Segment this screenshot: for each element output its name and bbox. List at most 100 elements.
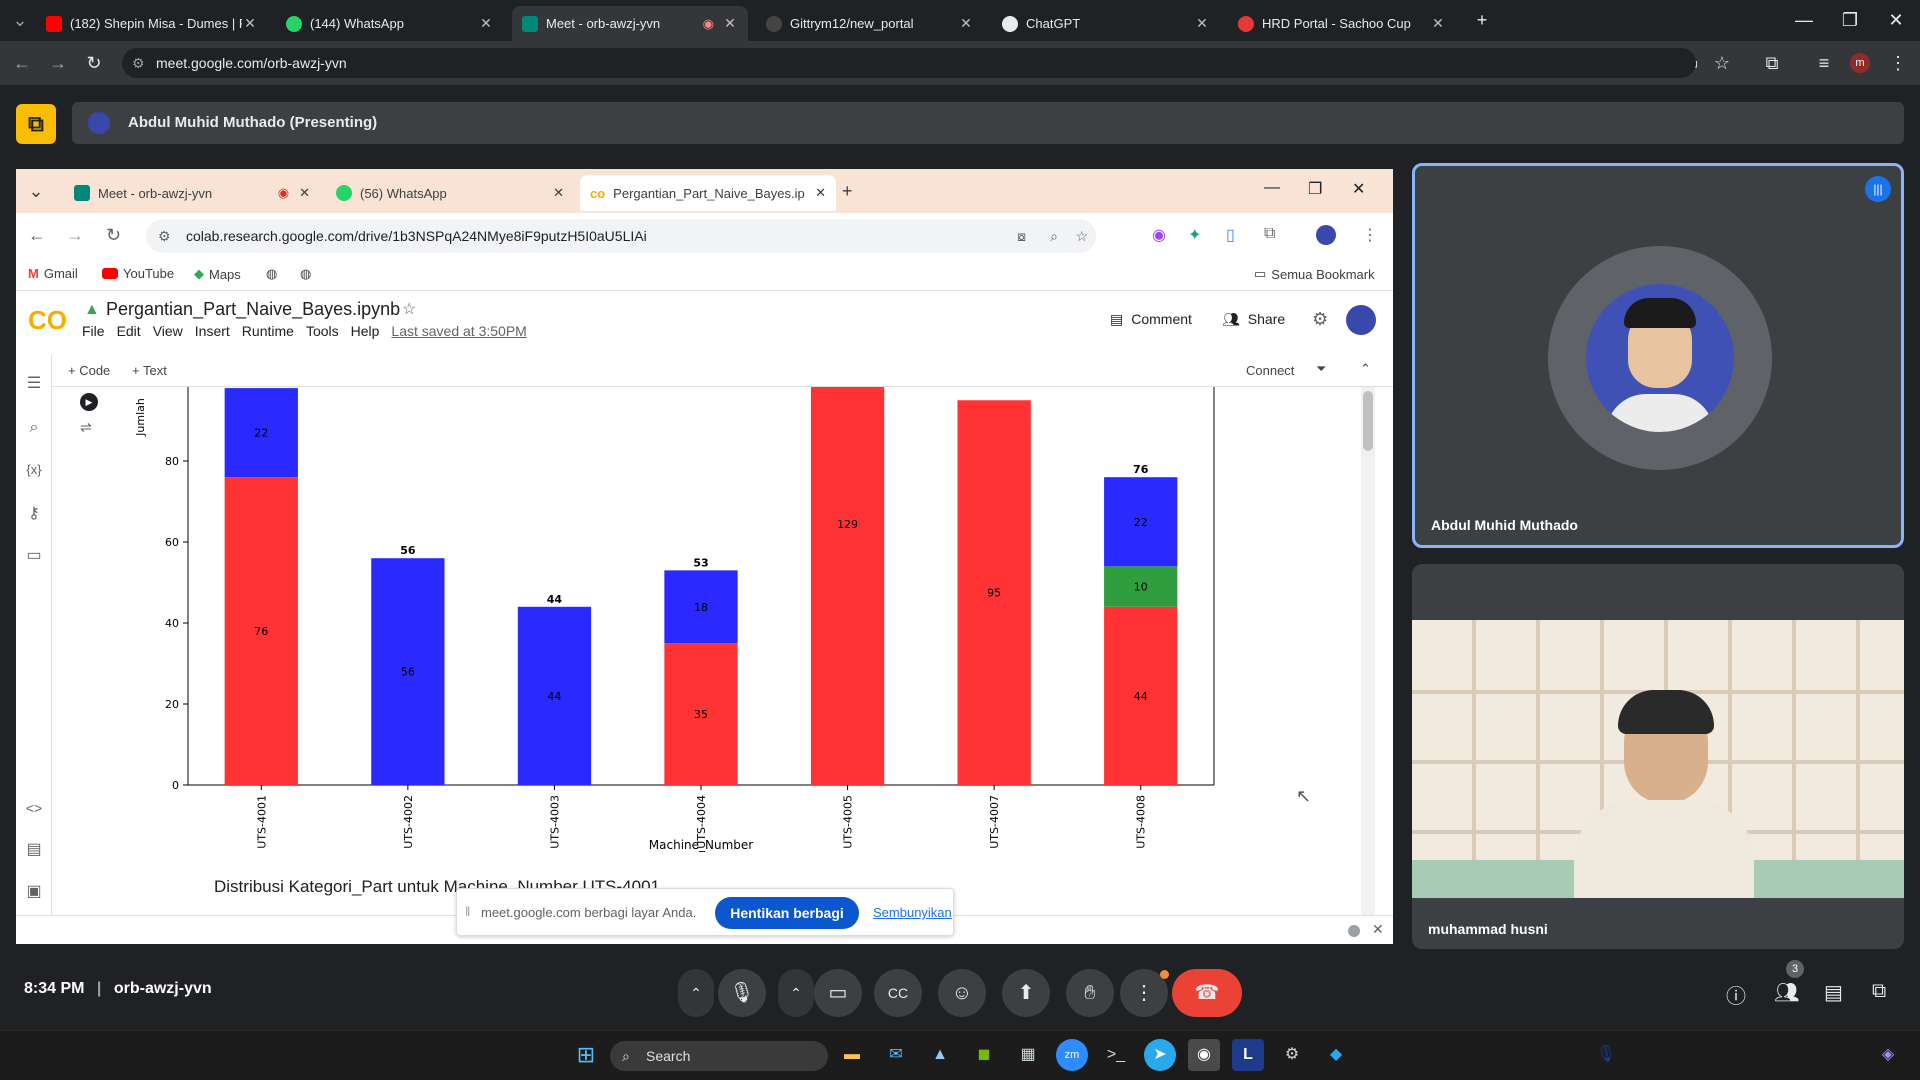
- telegram-icon[interactable]: ➤: [1144, 1039, 1176, 1071]
- key-icon[interactable]: ⚷: [23, 503, 45, 525]
- scrollbar-thumb[interactable]: [1363, 391, 1373, 451]
- info-icon[interactable]: ⓘ: [1726, 980, 1746, 1009]
- comment-button[interactable]: ▤ Comment: [1110, 311, 1192, 328]
- present-icon[interactable]: ⬆: [1002, 969, 1050, 1017]
- tab-search-icon[interactable]: ⌄: [8, 8, 32, 32]
- people-icon[interactable]: 👥︎: [1774, 980, 1799, 1005]
- close-icon[interactable]: ✕: [242, 15, 258, 32]
- new-tab-icon[interactable]: +: [1470, 8, 1494, 32]
- vscode-icon[interactable]: ◆: [1320, 1039, 1352, 1071]
- copilot-icon[interactable]: ◈: [1872, 1039, 1904, 1071]
- shared-tab-whatsapp[interactable]: (56) WhatsApp ✕: [326, 175, 574, 211]
- command-palette-icon[interactable]: ▤: [23, 839, 45, 861]
- close-icon[interactable]: ✕: [958, 15, 974, 32]
- add-text-button[interactable]: + Text: [132, 363, 167, 378]
- share-button[interactable]: 👥︎ Share: [1222, 311, 1285, 328]
- menu-icon[interactable]: ⋮: [1362, 225, 1378, 245]
- notebook-title[interactable]: Pergantian_Part_Naive_Bayes.ipynb: [106, 299, 400, 320]
- bookmark-youtube[interactable]: YouTube: [102, 266, 174, 281]
- bookmark-globe-2[interactable]: ◍: [300, 266, 311, 282]
- chevron-down-icon[interactable]: ⏷: [1316, 361, 1326, 377]
- close-icon[interactable]: ✕: [815, 185, 826, 201]
- browser-tab-youtube[interactable]: (182) Shepin Misa - Dumes | Pe ✕: [36, 6, 268, 41]
- menu-icon[interactable]: ⋮: [1886, 51, 1910, 75]
- bookmark-globe-1[interactable]: ◍: [266, 266, 277, 282]
- collapse-icon[interactable]: ⌃: [1360, 361, 1371, 377]
- site-info-icon[interactable]: ⚙: [132, 48, 145, 78]
- folder-icon[interactable]: ▭: [23, 545, 45, 567]
- minimize-icon[interactable]: —: [1792, 8, 1816, 32]
- browser-tab-meet[interactable]: Meet - orb-awzj-yvn ◉ ✕: [512, 6, 748, 41]
- extensions-icon[interactable]: ⧉: [1264, 225, 1275, 243]
- participant-tile-husni[interactable]: muhammad husni: [1412, 564, 1904, 949]
- chrome-icon[interactable]: ◉: [1188, 1039, 1220, 1071]
- mic-tray-icon[interactable]: 🎙︎: [1590, 1039, 1622, 1071]
- bookmark-gmail[interactable]: M Gmail: [28, 266, 78, 281]
- menu-insert[interactable]: Insert: [195, 323, 230, 339]
- bookmark-star-icon[interactable]: ☆: [1710, 51, 1734, 75]
- shared-tab-meet[interactable]: Meet - orb-awzj-yvn ◉ ✕: [64, 175, 320, 211]
- extension-icon[interactable]: ▯: [1226, 225, 1235, 245]
- add-code-button[interactable]: + Code: [68, 363, 110, 378]
- address-bar[interactable]: ⚙ meet.google.com/orb-awzj-yvn: [122, 48, 1696, 78]
- minimize-icon[interactable]: —: [1264, 179, 1280, 197]
- bookmark-star-icon[interactable]: ☆: [1075, 219, 1088, 253]
- leave-call-button[interactable]: ☎: [1172, 969, 1242, 1017]
- captions-icon[interactable]: CC: [874, 969, 922, 1017]
- variables-icon[interactable]: {x}: [23, 459, 45, 481]
- nvidia-icon[interactable]: ◼: [968, 1039, 1000, 1071]
- settings-app-icon[interactable]: ⚙: [1276, 1039, 1308, 1071]
- reload-icon[interactable]: ↻: [106, 225, 121, 246]
- bookmarks-folder[interactable]: ▭ Semua Bookmark: [1254, 266, 1375, 282]
- browser-tab-github[interactable]: Gittrym12/new_portal ✕: [756, 6, 984, 41]
- taskbar-search[interactable]: ⌕ Search: [610, 1041, 828, 1071]
- code-snippets-icon[interactable]: <>: [23, 797, 45, 819]
- site-info-icon[interactable]: ⚙: [158, 219, 171, 253]
- star-icon[interactable]: ☆: [402, 299, 416, 319]
- mail-icon[interactable]: ✉: [880, 1039, 912, 1071]
- puzzle-icon[interactable]: ◉: [1152, 225, 1166, 245]
- video-options-icon[interactable]: ⌃: [778, 969, 814, 1017]
- close-window-icon[interactable]: ✕: [1884, 8, 1908, 32]
- last-saved-link[interactable]: Last saved at 3:50PM: [391, 323, 526, 339]
- emoji-icon[interactable]: ☺: [938, 969, 986, 1017]
- browser-tab-hrd[interactable]: HRD Portal - Sachoo Cup ✕: [1228, 6, 1456, 41]
- menu-runtime[interactable]: Runtime: [242, 323, 294, 339]
- camera-icon[interactable]: ▭: [814, 969, 862, 1017]
- close-icon[interactable]: ✕: [1430, 15, 1446, 32]
- stop-sharing-button[interactable]: Hentikan berbagi: [715, 897, 859, 929]
- extensions-icon[interactable]: ⧉: [1760, 51, 1784, 75]
- hide-link[interactable]: Sembunyikan: [873, 905, 952, 920]
- zoom-icon[interactable]: ⌕: [1050, 219, 1058, 253]
- avatar[interactable]: [1346, 305, 1376, 335]
- microphone-icon[interactable]: 🎙︎: [718, 969, 766, 1017]
- zoom-app-icon[interactable]: zm: [1056, 1039, 1088, 1071]
- profile-avatar[interactable]: m: [1850, 53, 1870, 73]
- shared-tab-colab[interactable]: co Pergantian_Part_Naive_Bayes.ip ✕: [580, 175, 836, 211]
- close-icon[interactable]: ✕: [1372, 921, 1384, 938]
- back-icon[interactable]: ←: [10, 51, 34, 75]
- app-l-icon[interactable]: L: [1232, 1039, 1264, 1071]
- translate-icon[interactable]: ⧇: [1017, 219, 1026, 253]
- windows-start-icon[interactable]: ⊞: [570, 1039, 602, 1071]
- drag-handle-icon[interactable]: ‖: [465, 904, 470, 919]
- toc-icon[interactable]: ☰: [23, 373, 45, 395]
- terminal-app-icon[interactable]: >_: [1100, 1039, 1132, 1071]
- browser-tab-whatsapp[interactable]: (144) WhatsApp ✕: [276, 6, 504, 41]
- shared-address-bar[interactable]: ⚙ colab.research.google.com/drive/1b3NSP…: [146, 219, 1096, 253]
- scrollbar[interactable]: [1361, 387, 1375, 915]
- close-window-icon[interactable]: ✕: [1352, 179, 1365, 199]
- close-icon[interactable]: ✕: [722, 15, 738, 32]
- forward-icon[interactable]: →: [46, 51, 70, 75]
- activities-icon[interactable]: ⧉: [1872, 980, 1886, 1003]
- tab-search-icon[interactable]: ⌄: [24, 179, 48, 203]
- settings-icon[interactable]: ⚙: [1312, 309, 1328, 330]
- browser-tab-chatgpt[interactable]: ChatGPT ✕: [992, 6, 1220, 41]
- file-explorer-icon[interactable]: ▬: [836, 1039, 868, 1071]
- bookmark-maps[interactable]: ◆ Maps: [194, 266, 241, 282]
- raise-hand-icon[interactable]: ✋︎: [1066, 969, 1114, 1017]
- restore-icon[interactable]: ❐: [1308, 179, 1322, 199]
- menu-view[interactable]: View: [153, 323, 183, 339]
- chat-icon[interactable]: ▤: [1824, 980, 1843, 1005]
- menu-help[interactable]: Help: [351, 323, 380, 339]
